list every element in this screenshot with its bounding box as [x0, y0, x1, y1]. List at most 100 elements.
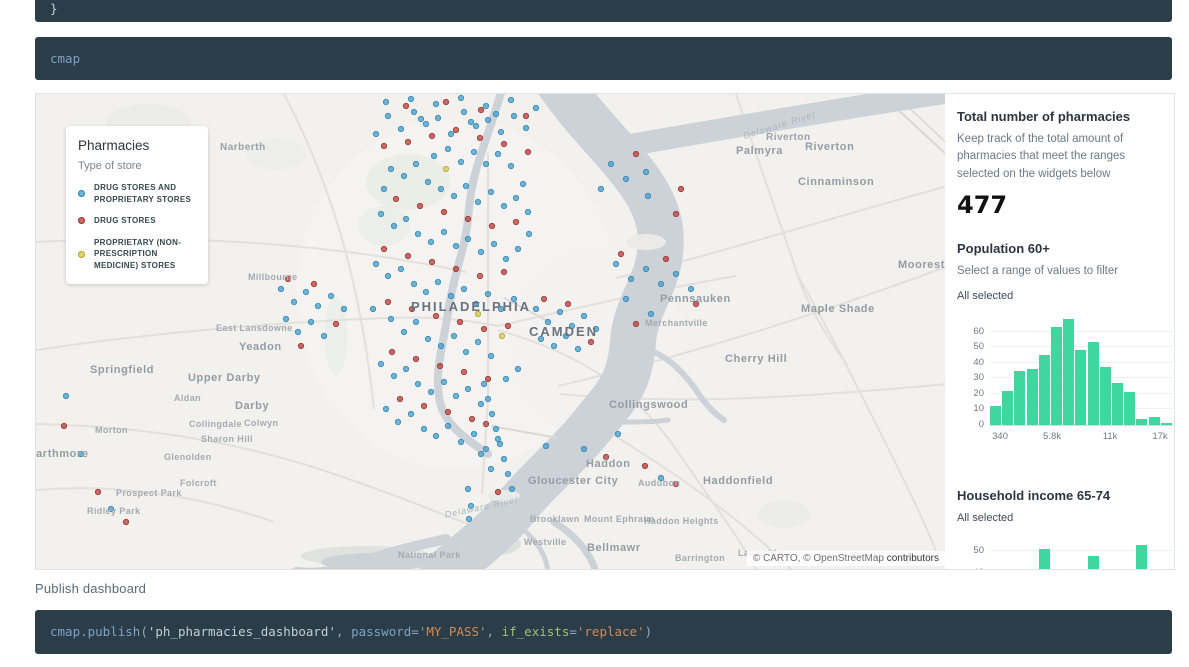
pharmacy-point-red[interactable] — [381, 143, 386, 148]
pharmacy-point-red[interactable] — [603, 454, 608, 459]
pharmacy-point-yellow[interactable] — [443, 166, 448, 171]
pharmacy-point-blue[interactable] — [497, 441, 502, 446]
pharmacy-point-blue[interactable] — [515, 246, 520, 251]
pharmacy-point-blue[interactable] — [411, 109, 416, 114]
pharmacy-point-blue[interactable] — [526, 231, 531, 236]
pharmacy-point-blue[interactable] — [403, 216, 408, 221]
pharmacy-point-blue[interactable] — [623, 176, 628, 181]
pharmacy-point-blue[interactable] — [643, 169, 648, 174]
pharmacy-point-blue[interactable] — [575, 346, 580, 351]
pharmacy-point-blue[interactable] — [468, 503, 473, 508]
pharmacy-point-blue[interactable] — [373, 261, 378, 266]
pharmacy-point-blue[interactable] — [445, 423, 450, 428]
pharmacy-point-red[interactable] — [495, 489, 500, 494]
pharmacy-point-blue[interactable] — [511, 113, 516, 118]
pharmacy-point-red[interactable] — [633, 151, 638, 156]
histogram-bar[interactable] — [1136, 545, 1147, 569]
pharmacy-point-red[interactable] — [123, 519, 128, 524]
pharmacy-point-blue[interactable] — [478, 451, 483, 456]
pharmacy-point-red[interactable] — [453, 266, 458, 271]
pharmacy-point-blue[interactable] — [688, 286, 693, 291]
pharmacy-point-red[interactable] — [457, 319, 462, 324]
pharmacy-point-blue[interactable] — [448, 131, 453, 136]
pharmacy-point-blue[interactable] — [458, 159, 463, 164]
pharmacy-point-blue[interactable] — [508, 97, 513, 102]
pharmacy-point-blue[interactable] — [388, 166, 393, 171]
pharmacy-point-blue[interactable] — [488, 189, 493, 194]
pharmacy-point-blue[interactable] — [468, 119, 473, 124]
pharmacy-point-blue[interactable] — [488, 466, 493, 471]
histogram-bar[interactable] — [1161, 423, 1172, 425]
pharmacy-point-red[interactable] — [477, 135, 482, 140]
code-cell-publish[interactable]: cmap.publish('ph_pharmacies_dashboard', … — [35, 610, 1172, 654]
pharmacy-point-blue[interactable] — [401, 329, 406, 334]
histogram-bar[interactable] — [1100, 367, 1111, 425]
pharmacy-point-blue[interactable] — [411, 281, 416, 286]
pharmacy-point-blue[interactable] — [501, 456, 506, 461]
pharmacy-point-blue[interactable] — [593, 326, 598, 331]
pharmacy-point-blue[interactable] — [451, 193, 456, 198]
pharmacy-point-blue[interactable] — [483, 446, 488, 451]
histogram-bar[interactable] — [1088, 556, 1099, 569]
pharmacy-point-red[interactable] — [483, 421, 488, 426]
pharmacy-point-red[interactable] — [417, 203, 422, 208]
pharmacy-point-red[interactable] — [453, 127, 458, 132]
pharmacy-point-blue[interactable] — [415, 231, 420, 236]
pharmacy-point-blue[interactable] — [643, 266, 648, 271]
pharmacy-point-blue[interactable] — [501, 203, 506, 208]
pharmacy-point-blue[interactable] — [428, 389, 433, 394]
pharmacy-point-red[interactable] — [405, 253, 410, 258]
pharmacy-point-blue[interactable] — [525, 209, 530, 214]
pharmacy-point-blue[interactable] — [438, 186, 443, 191]
pharmacy-point-blue[interactable] — [608, 161, 613, 166]
pharmacy-point-blue[interactable] — [488, 353, 493, 358]
pharmacy-point-blue[interactable] — [378, 211, 383, 216]
pharmacy-point-blue[interactable] — [425, 336, 430, 341]
histogram-bar[interactable] — [1088, 342, 1099, 425]
code-cell-cmap[interactable]: cmap — [35, 37, 1172, 80]
pharmacy-point-red[interactable] — [433, 313, 438, 318]
pharmacy-point-blue[interactable] — [463, 183, 468, 188]
pharmacy-point-blue[interactable] — [628, 276, 633, 281]
pharmacy-point-red[interactable] — [461, 369, 466, 374]
pharmacy-point-blue[interactable] — [495, 151, 500, 156]
histogram-bar[interactable] — [1014, 371, 1025, 426]
histogram-bar[interactable] — [1027, 369, 1038, 425]
pharmacy-point-red[interactable] — [429, 133, 434, 138]
pharmacy-point-blue[interactable] — [448, 293, 453, 298]
pharmacy-point-blue[interactable] — [328, 293, 333, 298]
pharmacy-point-red[interactable] — [441, 209, 446, 214]
pharmacy-point-red[interactable] — [389, 349, 394, 354]
pharmacy-point-blue[interactable] — [315, 303, 320, 308]
pharmacy-point-blue[interactable] — [483, 161, 488, 166]
pharmacy-point-red[interactable] — [673, 211, 678, 216]
pharmacy-point-red[interactable] — [385, 299, 390, 304]
histogram-bar[interactable] — [990, 406, 1001, 425]
pharmacy-point-blue[interactable] — [466, 516, 471, 521]
pharmacy-point-blue[interactable] — [509, 486, 514, 491]
pharmacy-point-blue[interactable] — [388, 316, 393, 321]
pharmacy-point-blue[interactable] — [523, 125, 528, 130]
pharmacy-point-blue[interactable] — [615, 431, 620, 436]
pharmacy-point-blue[interactable] — [581, 446, 586, 451]
pharmacy-point-red[interactable] — [397, 396, 402, 401]
pharmacy-point-blue[interactable] — [451, 333, 456, 338]
pharmacy-point-red[interactable] — [61, 423, 66, 428]
pharmacy-point-blue[interactable] — [465, 386, 470, 391]
pharmacy-point-blue[interactable] — [78, 451, 83, 456]
pharmacy-point-red[interactable] — [489, 223, 494, 228]
pharmacy-point-blue[interactable] — [478, 401, 483, 406]
pharmacy-point-red[interactable] — [403, 103, 408, 108]
pharmacy-point-blue[interactable] — [383, 406, 388, 411]
pharmacy-point-blue[interactable] — [395, 419, 400, 424]
pharmacy-point-blue[interactable] — [433, 101, 438, 106]
pharmacy-point-blue[interactable] — [658, 281, 663, 286]
pharmacy-point-red[interactable] — [443, 99, 448, 104]
pharmacy-point-red[interactable] — [693, 301, 698, 306]
pharmacy-point-blue[interactable] — [408, 411, 413, 416]
histogram-bar[interactable] — [1039, 355, 1050, 425]
code-cell-previous[interactable]: } — [35, 0, 1172, 22]
pharmacy-point-blue[interactable] — [108, 506, 113, 511]
histogram-bar[interactable] — [1124, 392, 1135, 425]
pharmacy-point-red[interactable] — [393, 196, 398, 201]
